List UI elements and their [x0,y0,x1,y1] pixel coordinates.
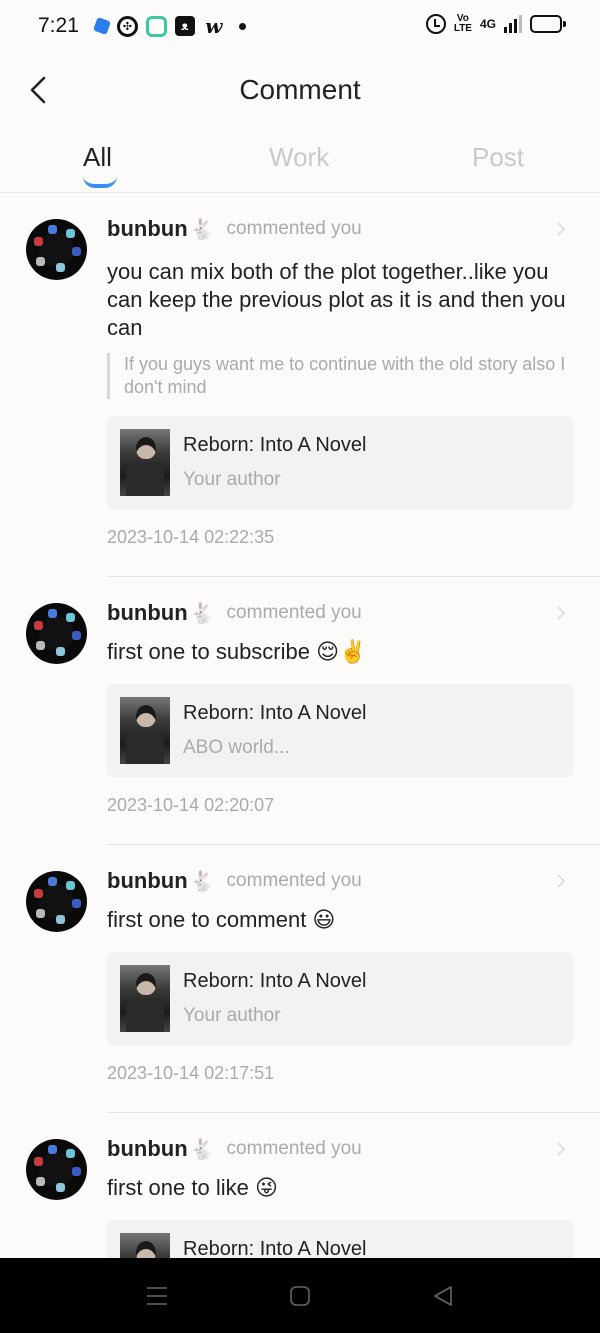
back-triangle-icon [434,1286,452,1306]
notification-icons: ✣ ᴥ w [92,14,246,38]
work-title: Reborn: Into A Novel [183,1238,367,1258]
app-notification-icon [145,15,167,37]
action-text: commented you [226,602,362,623]
menu-icon [147,1287,167,1305]
avatar[interactable] [26,603,87,664]
comment-header: bunbun 🐇 commented you [107,1136,362,1162]
open-comment-button[interactable] [554,1142,568,1156]
chevron-right-icon [557,606,566,620]
chevron-right-icon [557,1142,566,1156]
quoted-text: If you guys want me to continue with the… [107,353,571,399]
tab-work[interactable]: Work [269,142,329,173]
chevron-right-icon [557,222,566,236]
open-comment-button[interactable] [554,874,568,888]
comment-text: you can mix both of the plot together..l… [107,259,566,340]
avatar[interactable] [26,871,87,932]
work-title: Reborn: Into A Novel [183,970,367,992]
work-title: Reborn: Into A Novel [183,702,367,724]
timestamp: 2023-10-14 02:22:35 [107,527,275,547]
system-navigation-bar [0,1258,600,1333]
back-nav-button[interactable] [431,1284,455,1308]
divider [107,576,600,577]
work-subtitle: Your author [183,469,281,490]
timestamp: 2023-10-14 02:17:51 [107,1063,275,1083]
signal-icon [504,15,522,33]
app-notification-icon: w [205,14,223,38]
home-button[interactable] [288,1284,312,1308]
action-text: commented you [226,218,362,239]
username[interactable]: bunbun [107,216,188,242]
work-subtitle: Your author [183,1005,281,1026]
book-cover [120,965,170,1032]
volte-icon: Vo LTE [453,13,472,34]
rabbit-icon: 🐇 [189,602,215,625]
work-title: Reborn: Into A Novel [183,434,367,456]
action-text: commented you [226,1138,362,1159]
comment-header: bunbun 🐇 commented you [107,868,362,894]
comment-header: bunbun 🐇 commented you [107,216,362,242]
comment-text: first one to like 😜 [107,1175,278,1200]
username[interactable]: bunbun [107,868,188,894]
book-cover [120,429,170,496]
tab-post[interactable]: Post [472,142,524,173]
work-card[interactable]: Reborn: Into A Novel ABO world... [107,684,573,777]
header: Comment [0,60,600,122]
username[interactable]: bunbun [107,1136,188,1162]
avatar[interactable] [26,1139,87,1200]
book-cover [120,1233,170,1258]
rabbit-icon: 🐇 [189,1138,215,1161]
work-card[interactable]: Reborn: Into A Novel Your author [107,416,573,509]
alarm-icon [425,14,446,34]
work-card[interactable]: Reborn: Into A Novel Your author [107,952,573,1045]
rabbit-icon: 🐇 [189,870,215,893]
app-notification-icon [92,17,111,35]
app-notification-icon: ✣ [116,15,138,37]
open-comment-button[interactable] [554,606,568,620]
avatar[interactable] [26,219,87,280]
system-status: Vo LTE 4G [425,13,566,34]
status-time: 7:21 [38,14,79,37]
username[interactable]: bunbun [107,600,188,626]
timestamp: 2023-10-14 02:20:07 [107,795,275,815]
rabbit-icon: 🐇 [189,218,215,241]
book-cover [120,697,170,764]
menu-button[interactable] [145,1284,169,1308]
chevron-right-icon [557,874,566,888]
network-type: 4G [479,17,496,31]
comment-text: first one to subscribe 😌✌️ [107,639,367,664]
battery-icon [530,15,566,33]
app-notification-icon: ᴥ [174,16,195,36]
open-comment-button[interactable] [554,222,568,236]
action-text: commented you [226,870,362,891]
divider [107,844,600,845]
more-notifications-icon [238,22,246,30]
work-card[interactable]: Reborn: Into A Novel [107,1220,573,1258]
divider [107,1112,600,1113]
comment-header: bunbun 🐇 commented you [107,600,362,626]
comment-list[interactable]: bunbun 🐇 commented you you can mix both … [0,194,600,1258]
tab-bar: All Work Post [0,130,600,193]
status-bar: 7:21 ✣ ᴥ w Vo LTE 4G [0,0,600,52]
page-title: Comment [239,74,361,105]
home-icon [290,1286,310,1306]
work-subtitle: ABO world... [183,737,290,758]
active-tab-indicator [83,176,117,188]
tab-all[interactable]: All [83,142,112,173]
comment-text: first one to comment 😃 [107,907,336,932]
